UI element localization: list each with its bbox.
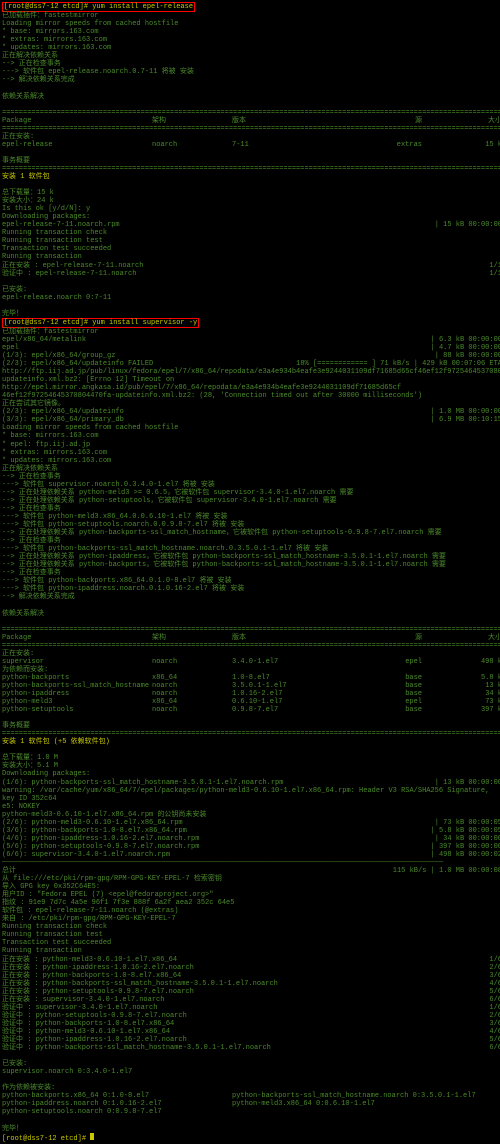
table-body: supervisornoarch3.4.0-1.el7epel498 k为依赖而… [2, 658, 500, 714]
verify-line: 验证中 : epel-release-7-11.noarch1/1 [2, 270, 500, 278]
separator: ────────────────────────────────────────… [2, 859, 500, 867]
installed-block: 已安装: epel-release.noarch 0:7-11 完毕！ [2, 286, 500, 318]
separator: ========================================… [2, 626, 500, 634]
done-line: 完毕！ [2, 1125, 500, 1133]
warning-line: e5: NOKEY [2, 803, 500, 811]
cursor-icon [90, 1133, 94, 1140]
install-verify-block: 正在安装 : python-meld3-0.6.10-1.el7.x86_641… [2, 956, 500, 1053]
dependency-block: Loading mirror speeds from cached hostfi… [2, 424, 500, 625]
download-block-1: 总下载量：15 k安装大小：24 kIs this ok [y/d/N]: yD… [2, 189, 500, 261]
installed-line: supervisor.noarch 0:3.4.0-1.el7 [2, 1068, 500, 1076]
nokey-line: python-meld3-0.6.10-1.el7.x86_64.rpm 的公钥… [2, 811, 500, 819]
separator: ========================================… [2, 109, 500, 117]
table-header: Package架构版本源大小 [2, 634, 500, 642]
table-row: epel-releasenoarch7-11extras15 k [2, 141, 500, 149]
transaction-summary: 事务概要 [2, 157, 500, 165]
repo-line: (2/3): epel/x86_64/updateinfo| 1.0 MB 00… [2, 408, 500, 416]
install-count: 安装 1 软件包 [2, 173, 500, 181]
table-row: 正在安装: [2, 133, 500, 141]
command-line-3[interactable]: [root@dss7-12 etcd]# [2, 1133, 500, 1143]
dep-installed-header: 作为依赖被安装: [2, 1084, 500, 1092]
transaction-summary: 事务概要 [2, 722, 500, 730]
repo-line: epel| 4.7 kB 00:00:00 [2, 344, 500, 352]
command-line-1: [root@dss7-12 etcd]# yum install epel-re… [2, 2, 500, 12]
repo-line: (1/3): epel/x86_64/group_gz| 88 kB 00:00… [2, 352, 500, 360]
repo-line: (2/3): epel/x86_64/updateinfo FAILED18% … [2, 360, 500, 368]
repo-line: (3/3): epel/x86_64/primary_db| 6.9 MB 00… [2, 416, 500, 424]
retry-line: 正在尝试其它镜像。 [2, 400, 500, 408]
command-line-2: [root@dss7-12 etcd]# yum install supervi… [2, 318, 500, 328]
download-list: (2/6): python-meld3-0.6.10-1.el7.x86_64.… [2, 819, 500, 859]
repo-line: epel/x86_64/metalink| 6.3 kB 00:00:00 [2, 336, 500, 344]
separator: ========================================… [2, 125, 500, 133]
error-line: 46ef12f97254645370804470fa-updateinfo.xm… [2, 392, 500, 400]
table-header: Package架构版本源大小 [2, 117, 500, 125]
error-line: http://ftp.iij.ad.jp/pub/linux/fedora/ep… [2, 368, 500, 392]
install-count: 安装 1 软件包 (+5 依赖软件包) [2, 738, 500, 746]
download-block: 总下载量：1.0 M安装大小：5.1 MDownloading packages… [2, 754, 500, 786]
warning-line: warning: /var/cache/yum/x86_64/7/epel/pa… [2, 787, 500, 803]
separator: ========================================… [2, 165, 500, 173]
table-section: 正在安装: [2, 650, 500, 658]
dep-list: python-backports.x86_64 0:1.0-8.el7pytho… [2, 1092, 500, 1116]
total-line: 总计115 kB/s | 1.0 MB 00:00:08 [2, 867, 500, 875]
output-block: 已加载插件：fastestmirror [2, 328, 500, 336]
terminal-output: [root@dss7-12 etcd]# yum install epel-re… [2, 2, 500, 1143]
output-block-1: 已加载插件：fastestmirrorLoading mirror speeds… [2, 12, 500, 109]
separator: ========================================… [2, 642, 500, 650]
gpg-block: 从 file:///etc/pki/rpm-gpg/RPM-GPG-KEY-EP… [2, 875, 500, 955]
install-line: 正在安装 : epel-release-7-11.noarch1/1 [2, 262, 500, 270]
installed-header: 已安装: [2, 1060, 500, 1068]
